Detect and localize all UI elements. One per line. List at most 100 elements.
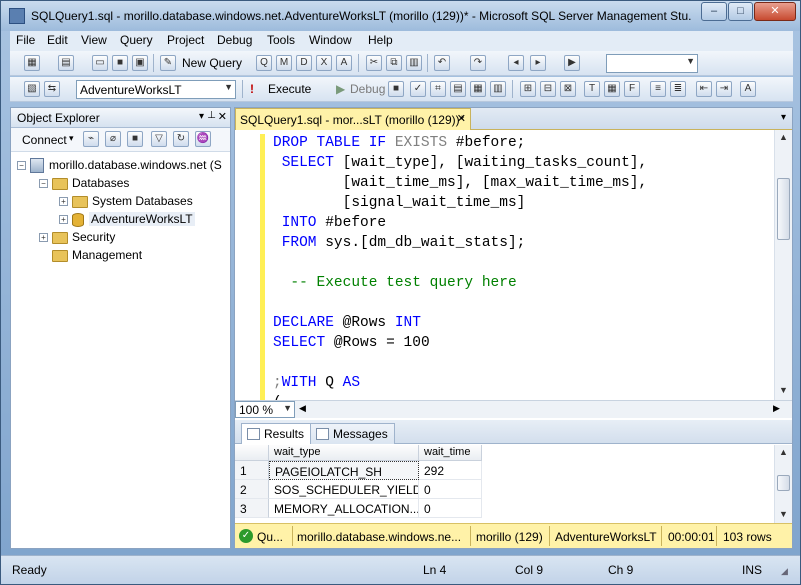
change-connection-icon[interactable]: ⇆: [44, 81, 60, 97]
scroll-up-icon[interactable]: ▲: [776, 130, 791, 145]
chevron-down-icon[interactable]: ▾: [781, 112, 786, 123]
close-icon[interactable]: ✕: [218, 110, 227, 123]
execute-button[interactable]: Execute: [268, 82, 311, 96]
display-estimated-plan-icon[interactable]: ⌗: [430, 81, 446, 97]
tree-adventureworks-node[interactable]: + AdventureWorksLT: [59, 212, 195, 227]
filter-icon[interactable]: ▽: [151, 131, 167, 147]
find-combo[interactable]: ▼: [606, 54, 698, 73]
menu-view[interactable]: View: [81, 33, 107, 47]
table-cell[interactable]: MEMORY_ALLOCATION...: [269, 499, 419, 518]
scroll-down-icon[interactable]: ▼: [776, 383, 791, 398]
close-button[interactable]: ✕: [754, 2, 796, 21]
chevron-down-icon[interactable]: ▾: [69, 133, 74, 144]
tree-databases-node[interactable]: − Databases: [39, 176, 129, 190]
row-number[interactable]: 2: [235, 480, 269, 499]
scroll-right-icon[interactable]: ▶: [773, 403, 780, 414]
live-stats-icon[interactable]: ⊟: [540, 81, 556, 97]
results-to-grid-icon[interactable]: ▦: [604, 81, 620, 97]
collapse-icon[interactable]: −: [17, 161, 26, 171]
expand-icon[interactable]: +: [59, 197, 68, 207]
available-databases-select[interactable]: AdventureWorksLT ▼: [76, 80, 236, 99]
tree-system-databases-node[interactable]: + System Databases: [59, 194, 193, 208]
copy-icon[interactable]: ⧉: [386, 55, 402, 71]
new-query-icon[interactable]: ✎: [160, 55, 176, 71]
results-to-text-icon[interactable]: T: [584, 81, 600, 97]
menu-tools[interactable]: Tools: [267, 33, 295, 47]
tab-sqlquery1[interactable]: SQLQuery1.sql - mor...sLT (morillo (129)…: [235, 108, 471, 130]
expand-icon[interactable]: +: [39, 233, 48, 243]
table-cell[interactable]: SOS_SCHEDULER_YIELD: [269, 480, 419, 499]
uncomment-icon[interactable]: ≣: [670, 81, 686, 97]
tree-security-node[interactable]: + Security: [39, 230, 115, 244]
table-cell[interactable]: 0: [419, 499, 482, 518]
db-engine-query-icon[interactable]: Q: [256, 55, 272, 71]
tab-results[interactable]: Results: [241, 423, 312, 444]
redo-icon[interactable]: ↷: [470, 55, 486, 71]
menu-debug[interactable]: Debug: [217, 33, 252, 47]
row-number[interactable]: 1: [235, 461, 269, 480]
scroll-left-icon[interactable]: ◀: [299, 403, 306, 414]
scroll-down-icon[interactable]: ▼: [776, 507, 791, 522]
mdx-query-icon[interactable]: M: [276, 55, 292, 71]
expand-icon[interactable]: +: [59, 215, 68, 225]
specify-values-icon[interactable]: A: [740, 81, 756, 97]
editor-vertical-scrollbar[interactable]: ▲ ▼: [774, 130, 792, 400]
connect-button[interactable]: Connect: [22, 133, 67, 147]
undo-icon[interactable]: ↶: [434, 55, 450, 71]
table-cell[interactable]: 0: [419, 480, 482, 499]
decrease-indent-icon[interactable]: ⇤: [696, 81, 712, 97]
results-to-file-icon[interactable]: F: [624, 81, 640, 97]
collapse-icon[interactable]: −: [39, 179, 48, 189]
menu-file[interactable]: File: [16, 33, 35, 47]
parse-icon[interactable]: ✓: [410, 81, 426, 97]
new-project-icon[interactable]: ▦: [24, 55, 40, 71]
sql-code-editor[interactable]: DROP TABLE IF EXISTS #before; SELECT [wa…: [235, 130, 773, 400]
query-designer-icon[interactable]: ▤: [450, 81, 466, 97]
client-stats-icon[interactable]: ⊠: [560, 81, 576, 97]
maximize-button[interactable]: □: [728, 2, 753, 21]
menu-help[interactable]: Help: [368, 33, 393, 47]
results-grid[interactable]: wait_type wait_time 1 PAGEIOLATCH_SH 292…: [235, 445, 773, 523]
dmx-query-icon[interactable]: D: [296, 55, 312, 71]
tab-messages[interactable]: Messages: [310, 423, 395, 444]
column-header-wait-time[interactable]: wait_time: [419, 445, 482, 461]
tree-server-node[interactable]: − morillo.database.windows.net (S: [17, 158, 222, 174]
object-explorer-icon[interactable]: ▧: [24, 81, 40, 97]
query-options-icon[interactable]: ▦: [470, 81, 486, 97]
table-cell[interactable]: 292: [419, 461, 482, 480]
minimize-button[interactable]: –: [701, 2, 727, 21]
increase-indent-icon[interactable]: ⇥: [716, 81, 732, 97]
debug-button[interactable]: Debug: [350, 82, 385, 96]
chevron-down-icon[interactable]: ▾: [199, 111, 204, 122]
scrollbar-thumb[interactable]: [777, 178, 790, 240]
menu-edit[interactable]: Edit: [47, 33, 68, 47]
navigate-backward-icon[interactable]: ◂: [508, 55, 524, 71]
column-header-wait-type[interactable]: wait_type: [269, 445, 419, 461]
include-plan-icon[interactable]: ⊞: [520, 81, 536, 97]
save-all-icon[interactable]: ▣: [132, 55, 148, 71]
pin-icon[interactable]: ⊥: [207, 110, 216, 121]
disconnect-icon[interactable]: ⌀: [105, 131, 121, 147]
save-icon[interactable]: ■: [112, 55, 128, 71]
resize-grip-icon[interactable]: ◢: [781, 566, 788, 577]
stop-icon[interactable]: ■: [388, 81, 404, 97]
tree-management-node[interactable]: Management: [52, 248, 142, 262]
paste-icon[interactable]: ▥: [406, 55, 422, 71]
zoom-select[interactable]: 100 % ▼: [235, 401, 295, 418]
close-icon[interactable]: ✕: [457, 112, 466, 125]
refresh-icon[interactable]: ↻: [173, 131, 189, 147]
dax-query-icon[interactable]: A: [336, 55, 352, 71]
intellisense-icon[interactable]: ▥: [490, 81, 506, 97]
menu-window[interactable]: Window: [309, 33, 352, 47]
cut-icon[interactable]: ✂: [366, 55, 382, 71]
open-file-icon[interactable]: ▭: [92, 55, 108, 71]
add-item-icon[interactable]: ▤: [58, 55, 74, 71]
table-cell[interactable]: PAGEIOLATCH_SH: [269, 461, 419, 480]
scroll-up-icon[interactable]: ▲: [776, 445, 791, 460]
start-debug-icon[interactable]: ▶: [564, 55, 580, 71]
new-query-button[interactable]: New Query: [182, 56, 242, 70]
row-number[interactable]: 3: [235, 499, 269, 518]
scrollbar-thumb[interactable]: [777, 475, 790, 491]
menu-query[interactable]: Query: [120, 33, 153, 47]
navigate-forward-icon[interactable]: ▸: [530, 55, 546, 71]
